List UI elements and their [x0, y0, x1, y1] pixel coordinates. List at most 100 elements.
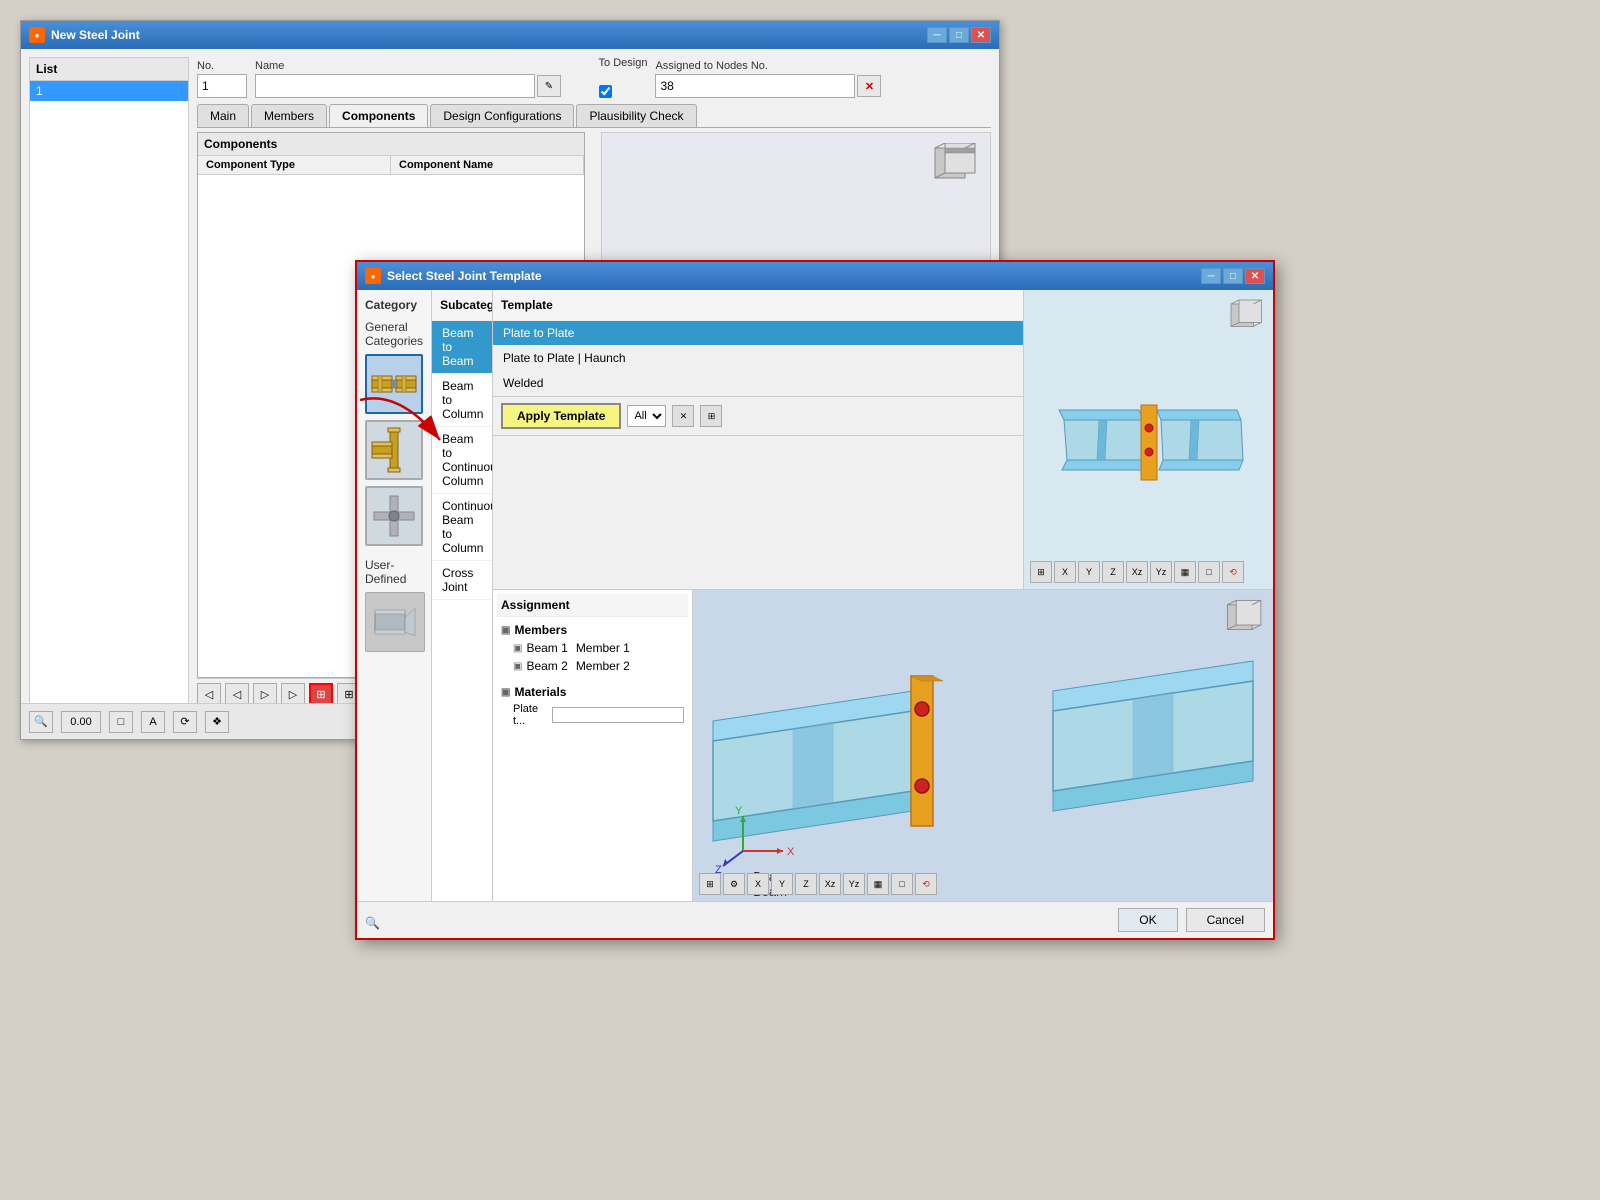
dialog-maximize-btn[interactable]: □: [1223, 268, 1243, 284]
list-panel: List 1: [29, 57, 189, 731]
template-title: Template: [493, 290, 1023, 321]
vp-z-btn[interactable]: Z: [795, 873, 817, 895]
to-design-checkbox[interactable]: [599, 85, 612, 98]
no-input[interactable]: [197, 74, 247, 98]
template-list-area: Template Plate to Plate Plate to Plate |…: [493, 290, 1023, 589]
subcat-cross-joint[interactable]: Cross Joint: [432, 561, 492, 600]
add-template-btn[interactable]: ⊞: [309, 683, 333, 705]
view-btn-yz[interactable]: Yz: [1150, 561, 1172, 583]
vp-yz-btn[interactable]: Yz: [843, 873, 865, 895]
vp-xz-btn[interactable]: Xz: [819, 873, 841, 895]
view-btn-layers[interactable]: ▦: [1174, 561, 1196, 583]
filter-clear-btn[interactable]: ✕: [672, 405, 694, 427]
apply-template-btn[interactable]: Apply Template: [501, 403, 621, 429]
user-defined-section: User-Defined: [365, 558, 423, 652]
assigned-nodes-input[interactable]: [655, 74, 855, 98]
maximize-btn[interactable]: □: [949, 27, 969, 43]
preview-top-toolbar: ⊞ X Y Z Xz Yz ▦ □ ⟲: [1030, 561, 1244, 583]
tab-members[interactable]: Members: [251, 104, 327, 127]
view-btn-settings[interactable]: ⟲: [1222, 561, 1244, 583]
member-beam2-row: ▣ Beam 2 Member 2: [497, 657, 688, 675]
name-label: Name: [255, 60, 591, 72]
cat-icon-beam-column[interactable]: [365, 420, 423, 480]
beam1-expand-icon[interactable]: ▣: [513, 643, 522, 654]
name-input[interactable]: [255, 74, 535, 98]
minimize-btn[interactable]: ─: [927, 27, 947, 43]
nodes-clear-btn[interactable]: ✕: [857, 75, 881, 97]
vp-nav-btn[interactable]: ⊞: [699, 873, 721, 895]
template-plate-to-plate[interactable]: Plate to Plate: [493, 321, 1023, 346]
apply-row: Apply Template All ✕ ⊞: [493, 396, 1023, 436]
view-btn-z[interactable]: Z: [1102, 561, 1124, 583]
select-template-dialog: ● Select Steel Joint Template ─ □ ✕ Cate…: [355, 260, 1275, 940]
status-btn-1[interactable]: 🔍: [29, 711, 53, 733]
viewport-bottom-toolbar: ⊞ ⚙ X Y Z Xz Yz ▦ □ ⟲: [699, 873, 937, 895]
toolbar-btn-4[interactable]: ▷: [281, 683, 305, 705]
subcategory-panel: Subcategory Beam to Beam Beam to Column …: [432, 290, 493, 901]
vp-settings-btn[interactable]: ⚙: [723, 873, 745, 895]
plate-label: Plate t...: [513, 703, 548, 727]
main-joint-3d-svg: Beam Beam X Y Z: [693, 591, 1273, 901]
cat-icon-beam-beam[interactable]: [365, 354, 423, 414]
status-btn-5[interactable]: ⟳: [173, 711, 197, 733]
status-btn-2[interactable]: 0.00: [61, 711, 101, 733]
category-panel: Category General Categories: [357, 290, 432, 901]
cat-icon-user-defined[interactable]: [365, 592, 425, 652]
dialog-search-icon[interactable]: 🔍: [365, 916, 380, 930]
subcat-continuous-beam-col[interactable]: Continuous Beam to Column: [432, 494, 492, 561]
view-btn-render[interactable]: □: [1198, 561, 1220, 583]
beam2-value: Member 2: [576, 659, 630, 673]
dialog-minimize-btn[interactable]: ─: [1201, 268, 1221, 284]
ok-button[interactable]: OK: [1118, 908, 1177, 932]
beam2-label: Beam 2: [526, 659, 567, 673]
view-btn-1[interactable]: ⊞: [1030, 561, 1052, 583]
preview-cube-nav: [1227, 296, 1267, 336]
dialog-close-btn[interactable]: ✕: [1245, 268, 1265, 284]
members-label: Members: [514, 623, 567, 637]
template-preview-3d: ⊞ X Y Z Xz Yz ▦ □ ⟲: [1023, 290, 1273, 589]
filter-options-btn[interactable]: ⊞: [700, 405, 722, 427]
bg-window-title: New Steel Joint: [51, 28, 140, 42]
view-btn-x[interactable]: X: [1054, 561, 1076, 583]
vp-x-btn[interactable]: X: [747, 873, 769, 895]
plate-material-input[interactable]: 1 - S235 | I...: [552, 707, 684, 723]
cancel-button[interactable]: Cancel: [1186, 908, 1265, 932]
status-btn-3[interactable]: □: [109, 711, 133, 733]
tab-main[interactable]: Main: [197, 104, 249, 127]
tab-plausibility[interactable]: Plausibility Check: [576, 104, 696, 127]
cat-icon-generic[interactable]: [365, 486, 423, 546]
name-edit-btn[interactable]: ✎: [537, 75, 561, 97]
status-btn-4[interactable]: A: [141, 711, 165, 733]
materials-collapse-icon[interactable]: ▣: [501, 687, 510, 698]
vp-y-btn[interactable]: Y: [771, 873, 793, 895]
general-categories-label: General Categories: [365, 320, 423, 348]
tab-design-config[interactable]: Design Configurations: [430, 104, 574, 127]
close-btn[interactable]: ✕: [971, 27, 991, 43]
template-welded[interactable]: Welded: [493, 371, 1023, 396]
assigned-nodes-label: Assigned to Nodes No.: [655, 60, 991, 72]
vp-render-btn[interactable]: □: [891, 873, 913, 895]
toolbar-btn-1[interactable]: ◁: [197, 683, 221, 705]
list-item-1[interactable]: 1: [30, 81, 188, 101]
members-collapse-icon[interactable]: ▣: [501, 625, 510, 636]
filter-select[interactable]: All: [627, 405, 666, 427]
subcat-beam-continuous-col[interactable]: Beam to Continuous Column: [432, 427, 492, 494]
main-3d-viewport: Beam Beam X Y Z: [693, 590, 1273, 901]
dialog-title: Select Steel Joint Template: [387, 269, 542, 283]
view-btn-y[interactable]: Y: [1078, 561, 1100, 583]
beam2-expand-icon[interactable]: ▣: [513, 661, 522, 672]
materials-label: Materials: [514, 685, 566, 699]
vp-reset-btn[interactable]: ⟲: [915, 873, 937, 895]
tab-components[interactable]: Components: [329, 104, 428, 127]
toolbar-btn-2[interactable]: ◁: [225, 683, 249, 705]
dialog-titlebar: ● Select Steel Joint Template ─ □ ✕: [357, 262, 1273, 290]
svg-text:Y: Y: [735, 805, 743, 817]
subcat-beam-to-column[interactable]: Beam to Column: [432, 374, 492, 427]
vp-layers-btn[interactable]: ▦: [867, 873, 889, 895]
template-plate-haunch[interactable]: Plate to Plate | Haunch: [493, 346, 1023, 371]
status-btn-6[interactable]: ❖: [205, 711, 229, 733]
subcat-beam-to-beam[interactable]: Beam to Beam: [432, 321, 492, 374]
tabs-row: Main Members Components Design Configura…: [197, 104, 991, 128]
toolbar-btn-3[interactable]: ▷: [253, 683, 277, 705]
view-btn-xz[interactable]: Xz: [1126, 561, 1148, 583]
